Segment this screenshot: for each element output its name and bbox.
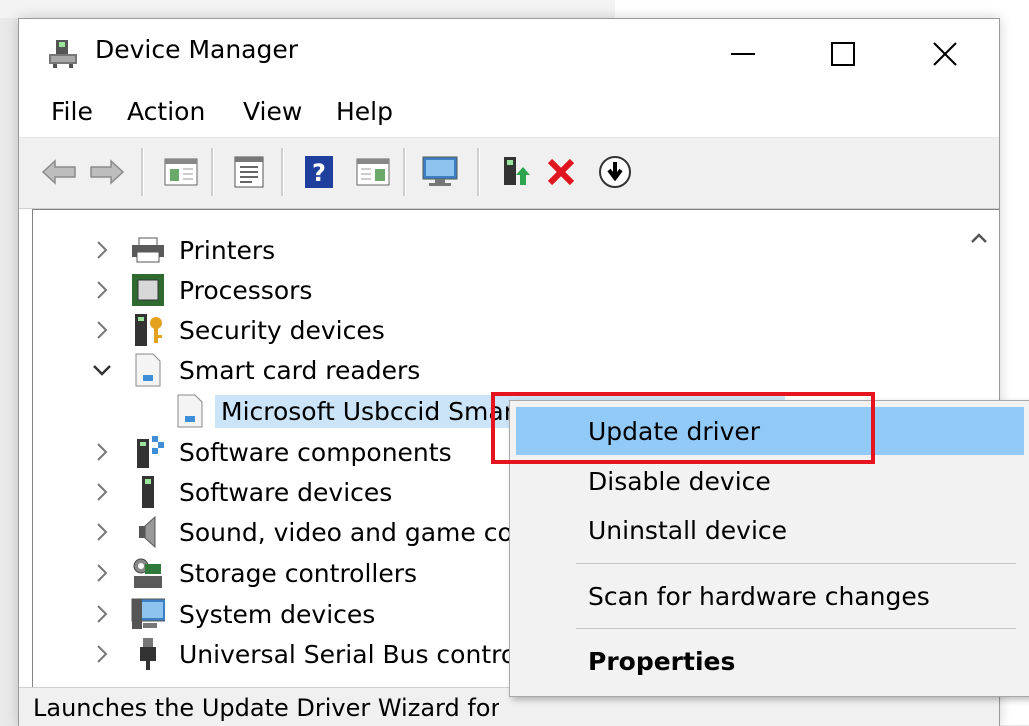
menu-file[interactable]: File <box>47 97 97 126</box>
tree-item-software-components[interactable]: Software components <box>89 432 452 472</box>
tree-item-storage-controllers[interactable]: Storage controllers <box>89 553 417 593</box>
close-icon <box>933 42 957 66</box>
toolbar-separator <box>281 148 284 196</box>
svg-text:?: ? <box>312 159 326 187</box>
tree-item-printers[interactable]: Printers <box>89 230 275 270</box>
tree-item-security-devices[interactable]: Security devices <box>89 310 385 350</box>
tree-item-software-devices[interactable]: Software devices <box>89 472 392 512</box>
context-menu-label: Uninstall device <box>588 515 788 545</box>
toolbar: ? <box>19 137 999 209</box>
back-arrow-icon[interactable] <box>39 152 79 192</box>
chevron-right-icon[interactable] <box>89 519 115 545</box>
context-menu-scan-hardware-changes[interactable]: Scan for hardware changes <box>516 572 1024 620</box>
enable-device-icon[interactable] <box>595 152 635 192</box>
tree-item-label: Software devices <box>179 477 393 507</box>
tree-item-label: Storage controllers <box>179 558 418 588</box>
context-menu-label: Disable device <box>588 466 771 496</box>
chevron-right-icon[interactable] <box>89 277 115 303</box>
storage-controller-icon <box>131 556 165 590</box>
chevron-right-icon[interactable] <box>89 439 115 465</box>
toolbar-separator <box>403 148 406 196</box>
minimize-icon <box>731 53 755 55</box>
device-manager-app-icon <box>47 38 79 70</box>
menu-bar: File Action View Help <box>19 89 999 137</box>
tree-item-usb-controllers[interactable]: Universal Serial Bus controllers <box>89 634 569 674</box>
chevron-down-icon[interactable] <box>89 357 115 383</box>
tree-item-smart-card-readers[interactable]: Smart card readers <box>89 350 420 390</box>
highlight-annotation <box>491 392 875 464</box>
maximize-icon <box>831 42 855 66</box>
chevron-right-icon[interactable] <box>89 479 115 505</box>
forward-arrow-icon[interactable] <box>87 152 127 192</box>
chevron-right-icon[interactable] <box>89 560 115 586</box>
smart-card-reader-icon <box>131 353 165 387</box>
show-action-pane-icon[interactable] <box>353 152 393 192</box>
help-icon[interactable]: ? <box>299 152 339 192</box>
minimize-button[interactable] <box>693 19 793 89</box>
chevron-right-icon[interactable] <box>89 237 115 263</box>
scroll-up-button[interactable] <box>959 224 999 252</box>
context-menu-uninstall-device[interactable]: Uninstall device <box>516 506 1024 554</box>
maximize-button[interactable] <box>793 19 893 89</box>
show-hide-console-tree-icon[interactable] <box>161 152 201 192</box>
processor-icon <box>131 273 165 307</box>
background-window-strip <box>0 0 616 18</box>
software-device-icon <box>131 475 165 509</box>
title-bar: Device Manager <box>19 19 999 89</box>
tree-item-label: System devices <box>179 599 376 629</box>
security-device-icon <box>131 313 165 347</box>
menu-action[interactable]: Action <box>123 97 209 126</box>
system-device-icon <box>131 597 165 631</box>
properties-icon[interactable] <box>229 152 269 192</box>
context-menu-separator <box>576 563 1016 564</box>
usb-icon <box>131 637 165 671</box>
context-menu-properties[interactable]: Properties <box>516 637 1024 685</box>
toolbar-separator <box>211 148 214 196</box>
context-menu-disable-device[interactable]: Disable device <box>516 457 1024 505</box>
status-text: Launches the Update Driver Wizard for th… <box>33 694 499 722</box>
printer-icon <box>131 233 165 267</box>
window-title: Device Manager <box>95 35 299 64</box>
context-menu-label: Properties <box>588 646 736 676</box>
tree-item-label: Smart card readers <box>179 355 421 385</box>
chevron-right-icon[interactable] <box>89 317 115 343</box>
software-component-icon <box>131 435 165 469</box>
chevron-up-icon <box>971 233 987 243</box>
speaker-icon <box>131 515 165 549</box>
chevron-right-icon[interactable] <box>89 641 115 667</box>
uninstall-device-icon[interactable] <box>541 152 581 192</box>
tree-item-label: Software components <box>179 437 452 467</box>
menu-view[interactable]: View <box>239 97 306 126</box>
tree-item-processors[interactable]: Processors <box>89 270 312 310</box>
context-menu-separator <box>576 628 1016 629</box>
tree-item-label: Printers <box>179 235 276 265</box>
chevron-right-icon[interactable] <box>89 601 115 627</box>
toolbar-separator <box>141 148 144 196</box>
tree-item-label: Processors <box>179 275 313 305</box>
smart-card-reader-icon <box>173 394 207 428</box>
context-menu-label: Scan for hardware changes <box>588 581 930 611</box>
tree-item-label: Security devices <box>179 315 385 345</box>
scan-hardware-changes-icon[interactable] <box>421 152 461 192</box>
menu-help[interactable]: Help <box>332 97 397 126</box>
toolbar-separator <box>477 148 480 196</box>
update-driver-icon[interactable] <box>495 152 535 192</box>
close-button[interactable] <box>895 19 995 89</box>
tree-item-system-devices[interactable]: System devices <box>89 594 375 634</box>
